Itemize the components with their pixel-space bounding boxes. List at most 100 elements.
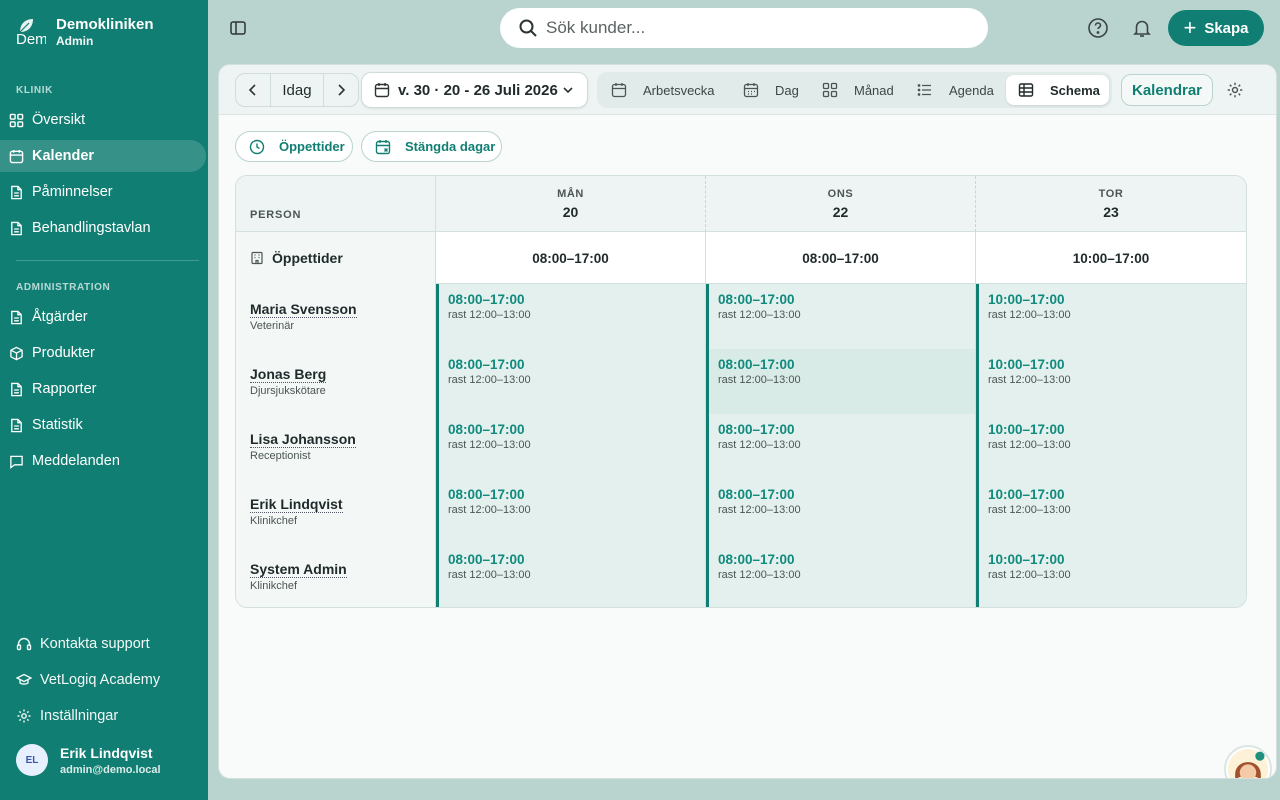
sidebar-item-kalender[interactable]: Kalender — [0, 140, 206, 172]
sidebar-item-produkter[interactable]: Produkter — [0, 337, 206, 369]
calendar-icon — [611, 82, 627, 98]
chevron-right-icon — [338, 84, 346, 96]
sidebar-item-installningar[interactable]: Inställningar — [0, 701, 206, 731]
clock-icon — [249, 139, 265, 155]
view-label: Schema — [1050, 82, 1100, 98]
shift-time: 08:00–17:00 — [448, 487, 525, 502]
shift-cell[interactable]: 10:00–17:00 rast 12:00–13:00 — [976, 284, 1246, 349]
next-button[interactable] — [324, 74, 358, 106]
shift-time: 08:00–17:00 — [718, 292, 795, 307]
day-date: 22 — [832, 204, 849, 220]
sidebar-item-paminnelser[interactable]: Påminnelser — [0, 176, 206, 208]
person-cell: Erik Lindqvist Klinikchef — [236, 479, 436, 544]
closed-days-button[interactable]: Stängda dagar — [361, 131, 502, 162]
sidebar-item-meddelanden[interactable]: Meddelanden — [0, 445, 206, 477]
view-switcher: Arbetsvecka Dag Månad Agenda Schema — [597, 72, 1112, 108]
sidebar-item-academy[interactable]: VetLogiq Academy — [0, 665, 206, 695]
create-button[interactable]: + Skapa — [1168, 10, 1264, 46]
calendars-button[interactable]: Kalendrar — [1121, 74, 1213, 106]
prev-button[interactable] — [236, 74, 270, 106]
shift-cell[interactable]: 10:00–17:00 rast 12:00–13:00 — [976, 479, 1246, 544]
person-name[interactable]: System Admin — [250, 561, 347, 578]
shift-break: rast 12:00–13:00 — [718, 569, 801, 581]
person-name[interactable]: Jonas Berg — [250, 366, 327, 383]
week-label: v. 30 · 20 - 26 Juli 2026 — [398, 81, 558, 99]
shift-cell[interactable]: 08:00–17:00 rast 12:00–13:00 — [436, 349, 706, 414]
shift-cell[interactable]: 08:00–17:00 rast 12:00–13:00 — [436, 544, 706, 607]
day-name: TOR — [1098, 188, 1124, 200]
shift-break: rast 12:00–13:00 — [448, 439, 531, 451]
today-button[interactable]: Idag — [270, 74, 324, 106]
shift-time: 08:00–17:00 — [718, 357, 795, 372]
pill-label: Stängda dagar — [405, 139, 496, 154]
sidebar-item-atgarder[interactable]: Åtgärder — [0, 301, 206, 333]
person-name[interactable]: Lisa Johansson — [250, 431, 356, 448]
shift-time: 08:00–17:00 — [718, 422, 795, 437]
opening-hours-cell: 10:00–17:00 — [1072, 250, 1150, 266]
chat-icon — [8, 453, 24, 469]
shift-time: 08:00–17:00 — [448, 292, 525, 307]
shift-cell[interactable]: 08:00–17:00 rast 12:00–13:00 — [706, 544, 976, 607]
shift-cell[interactable]: 08:00–17:00 rast 12:00–13:00 — [706, 479, 976, 544]
sidebar-item-label: Meddelanden — [32, 453, 120, 469]
document-icon — [8, 381, 24, 397]
view-manad[interactable]: Månad — [822, 75, 894, 105]
assistant-avatar-icon[interactable] — [1224, 745, 1272, 779]
shift-break: rast 12:00–13:00 — [718, 374, 801, 386]
user-name: Erik Lindqvist — [60, 745, 153, 761]
shift-cell[interactable]: 10:00–17:00 rast 12:00–13:00 — [976, 414, 1246, 479]
building-icon — [250, 251, 264, 265]
user-email: admin@demo.local — [60, 764, 161, 776]
main-panel: Idag v. 30 · 20 - 26 Juli 2026 Arbetsvec… — [218, 64, 1277, 779]
sidebar-item-rapporter[interactable]: Rapporter — [0, 373, 206, 405]
shift-cell[interactable]: 08:00–17:00 rast 12:00–13:00 — [436, 284, 706, 349]
opening-hours-button[interactable]: Öppettider — [235, 131, 353, 162]
shift-break: rast 12:00–13:00 — [718, 504, 801, 516]
calendar-icon — [374, 82, 390, 98]
view-agenda[interactable]: Agenda — [917, 75, 997, 105]
settings-gear-icon[interactable] — [1226, 81, 1244, 99]
view-dag[interactable]: Dag — [743, 75, 803, 105]
shift-cell[interactable]: 10:00–17:00 rast 12:00–13:00 — [976, 544, 1246, 607]
sidebar-item-support[interactable]: Kontakta support — [0, 629, 206, 659]
brand[interactable]: Dem Demokliniken Admin — [14, 14, 204, 50]
person-name[interactable]: Maria Svensson — [250, 301, 357, 318]
view-arbetsvecka[interactable]: Arbetsvecka — [611, 75, 729, 105]
person-cell: Lisa Johansson Receptionist — [236, 414, 436, 479]
shift-cell[interactable]: 08:00–17:00 rast 12:00–13:00 — [706, 284, 976, 349]
bell-icon[interactable] — [1131, 17, 1153, 39]
shift-cell[interactable]: 08:00–17:00 rast 12:00–13:00 — [436, 479, 706, 544]
shift-cell[interactable]: 08:00–17:00 rast 12:00–13:00 — [706, 349, 976, 414]
day-header[interactable]: MÅN 20 — [436, 176, 706, 232]
search-input[interactable] — [546, 18, 966, 38]
sidebar-item-behandlingstavlan[interactable]: Behandlingstavlan — [0, 212, 206, 244]
view-schema[interactable]: Schema — [1006, 75, 1109, 105]
logo-text: Dem — [16, 31, 46, 48]
shift-cell[interactable]: 08:00–17:00 rast 12:00–13:00 — [706, 414, 976, 479]
sidebar: Dem Demokliniken Admin KLINIK Översikt K… — [0, 0, 208, 800]
week-picker[interactable]: v. 30 · 20 - 26 Juli 2026 — [361, 72, 588, 108]
shift-break: rast 12:00–13:00 — [988, 569, 1071, 581]
shift-break: rast 12:00–13:00 — [448, 569, 531, 581]
graduation-cap-icon — [16, 672, 32, 688]
shift-cell[interactable]: 10:00–17:00 rast 12:00–13:00 — [976, 349, 1246, 414]
shift-cell[interactable]: 08:00–17:00 rast 12:00–13:00 — [436, 414, 706, 479]
sidebar-item-oversikt[interactable]: Översikt — [0, 104, 206, 136]
person-name[interactable]: Erik Lindqvist — [250, 496, 343, 513]
person-header-label: PERSON — [250, 209, 302, 221]
box-icon — [8, 345, 24, 361]
day-header[interactable]: ONS 22 — [706, 176, 976, 232]
person-role: Djursjukskötare — [250, 385, 326, 397]
grid-icon — [8, 112, 24, 128]
day-header[interactable]: TOR 23 — [976, 176, 1246, 232]
clinic-name: Demokliniken — [56, 16, 154, 33]
sidebar-item-statistik[interactable]: Statistik — [0, 409, 206, 441]
shift-time: 08:00–17:00 — [448, 357, 525, 372]
user-profile[interactable]: EL Erik Lindqvist admin@demo.local — [16, 744, 206, 778]
help-icon[interactable] — [1087, 17, 1109, 39]
search-bar[interactable] — [500, 8, 988, 48]
shift-break: rast 12:00–13:00 — [988, 309, 1071, 321]
sidebar-toggle-icon[interactable] — [228, 18, 248, 38]
shift-break: rast 12:00–13:00 — [448, 374, 531, 386]
shift-time: 10:00–17:00 — [988, 552, 1065, 567]
